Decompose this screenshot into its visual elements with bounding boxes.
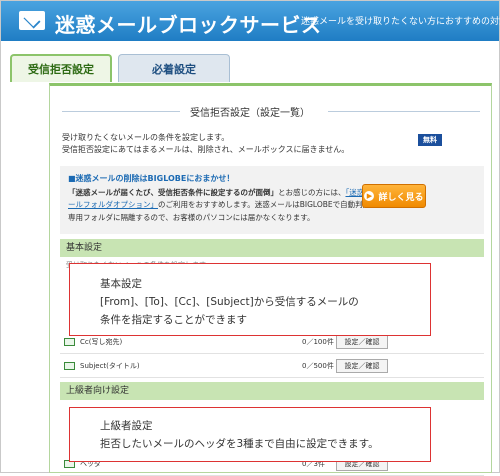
promo-line-1: 「迷惑メールが届くたび、受信拒否条件に設定するのが面倒」とお感じの方には、「迷惑… xyxy=(68,187,372,198)
details-button-label: 詳しく見る xyxy=(378,192,424,203)
configure-button[interactable]: 設定／確認 xyxy=(336,335,388,349)
tab-must-receive-settings[interactable]: 必着設定 xyxy=(118,54,230,82)
section-advanced-settings: 上級者向け設定 xyxy=(60,382,484,400)
service-header: 迷惑メールブロックサービス 迷惑メールを受け取りたくない方におすすめの対策！ xyxy=(1,1,500,41)
section-basic-settings: 基本設定 xyxy=(60,239,484,257)
callout-title: 上級者設定 xyxy=(100,420,153,432)
details-button[interactable]: ▶ 詳しく見る xyxy=(362,184,426,208)
callout-title: 基本設定 xyxy=(100,278,142,290)
callout-advanced-settings: 上級者設定 拒否したいメールのヘッダを3種まで自由に設定できます。 xyxy=(69,407,431,462)
mail-icon xyxy=(19,11,45,30)
configure-button[interactable]: 設定／確認 xyxy=(336,359,388,373)
description-line-2: 受信拒否設定にあてはまるメールは、削除され、メールボックスに届きません。 xyxy=(62,145,350,154)
arrow-right-icon: ▶ xyxy=(364,191,375,201)
promo-line-2: ールフォルダオプション」のご利用をおすすめします。迷惑メールはBIGLOBEで自… xyxy=(68,199,385,210)
row-count: 0／500件 xyxy=(302,362,334,370)
spam-folder-option-link-cont[interactable]: ールフォルダオプション」 xyxy=(68,200,158,209)
promo-bold-text: 「迷惑メールが届くたび、受信拒否条件に設定するのが面倒」 xyxy=(68,188,278,197)
service-title: 迷惑メールブロックサービス xyxy=(55,13,322,37)
promo-text: とお感じの方には、 xyxy=(278,188,346,197)
setting-row-subject: Subject(タイトル) 0／500件 設定／確認 xyxy=(60,356,484,378)
tab-bar: 受信拒否設定 必着設定 xyxy=(10,54,492,82)
callout-basic-settings: 基本設定 [From]、[To]、[Cc]、[Subject]から受信するメール… xyxy=(69,263,431,336)
row-label: Subject(タイトル) xyxy=(80,362,140,370)
envelope-icon xyxy=(64,362,75,370)
callout-text: [From]、[To]、[Cc]、[Subject]から受信するメールの xyxy=(100,296,359,308)
free-badge: 無料 xyxy=(418,134,442,146)
description-line-1: 受け取りたくないメールの条件を設定します。 xyxy=(62,133,230,142)
promo-heading: ■迷惑メールの削除はBIGLOBEにおまかせ！ xyxy=(68,174,235,183)
row-label: Cc(写し宛先) xyxy=(80,338,123,346)
promo-box: ■迷惑メールの削除はBIGLOBEにおまかせ！ 「迷惑メールが届くたび、受信拒否… xyxy=(60,166,484,234)
promo-text-2: のご利用をおすすめします。迷惑メールはBIGLOBEで自動判定し、 xyxy=(158,200,386,209)
service-tagline: 迷惑メールを受け取りたくない方におすすめの対策！ xyxy=(301,17,500,27)
page-title: 受信拒否設定（設定一覧） xyxy=(190,108,310,119)
tab-reject-settings[interactable]: 受信拒否設定 xyxy=(10,54,112,82)
callout-text: 条件を指定することができます xyxy=(100,314,247,326)
row-count: 0／100件 xyxy=(302,338,334,346)
promo-line-3: 専用フォルダに隔離するので、お客様のパソコンには届かなくなります。 xyxy=(68,213,315,222)
callout-text: 拒否したいメールのヘッダを3種まで自由に設定できます。 xyxy=(100,438,379,450)
envelope-icon xyxy=(64,338,75,346)
